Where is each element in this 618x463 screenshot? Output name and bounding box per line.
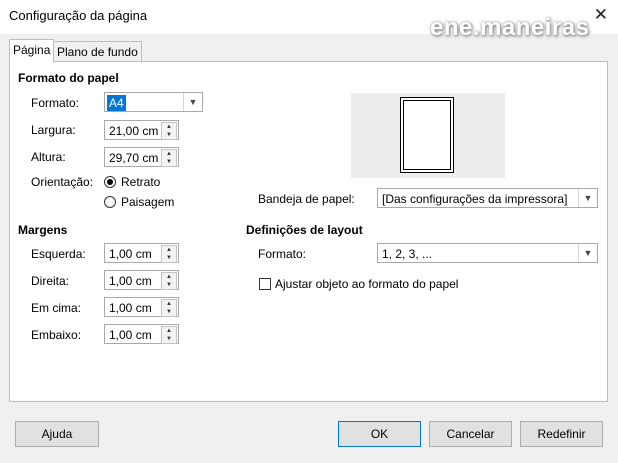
spin-up-icon[interactable]: ▲ — [162, 273, 176, 281]
height-label: Altura: — [31, 150, 66, 164]
close-icon[interactable]: ✕ — [594, 5, 608, 25]
fit-object-checkbox[interactable] — [259, 278, 271, 290]
spin-up-icon[interactable]: ▲ — [162, 300, 176, 308]
margin-left-label: Esquerda: — [31, 247, 86, 261]
margin-bottom-spinbox[interactable]: 1,00 cm ▲ ▼ — [104, 324, 179, 344]
width-value: 21,00 cm — [109, 124, 159, 138]
height-spinbox[interactable]: 29,70 cm ▲ ▼ — [104, 147, 179, 167]
paper-tray-select[interactable]: [Das configurações da impressora] ▼ — [377, 188, 598, 208]
margin-left-value: 1,00 cm — [109, 247, 152, 261]
page-preview-icon — [400, 97, 454, 173]
page-preview — [351, 93, 505, 178]
chevron-down-icon: ▼ — [578, 189, 597, 207]
margin-top-spinbox[interactable]: 1,00 cm ▲ ▼ — [104, 297, 179, 317]
paper-tray-value: [Das configurações da impressora] — [382, 192, 568, 206]
spin-up-icon[interactable]: ▲ — [162, 123, 176, 131]
help-button[interactable]: Ajuda — [15, 421, 99, 447]
format-select[interactable]: A4 ▼ — [104, 92, 203, 112]
spin-down-icon[interactable]: ▼ — [162, 131, 176, 139]
margin-right-spinbox[interactable]: 1,00 cm ▲ ▼ — [104, 270, 179, 290]
height-value: 29,70 cm — [109, 151, 159, 165]
landscape-label[interactable]: Paisagem — [121, 195, 174, 209]
margin-bottom-label: Embaixo: — [31, 328, 82, 342]
chevron-down-icon: ▼ — [578, 244, 597, 262]
margins-heading: Margens — [18, 223, 68, 237]
layout-format-value: 1, 2, 3, ... — [382, 247, 433, 261]
watermark-text: ene.maneiras — [430, 14, 590, 41]
fit-object-label[interactable]: Ajustar objeto ao formato do papel — [275, 277, 458, 291]
margin-top-value: 1,00 cm — [109, 301, 152, 315]
paper-format-heading: Formato do papel — [18, 71, 119, 85]
spin-down-icon[interactable]: ▼ — [162, 335, 176, 343]
spin-up-icon[interactable]: ▲ — [162, 150, 176, 158]
width-spinbox[interactable]: 21,00 cm ▲ ▼ — [104, 120, 179, 140]
tab-page[interactable]: Página — [9, 39, 55, 62]
format-value: A4 — [107, 95, 126, 111]
landscape-radio[interactable] — [104, 196, 116, 208]
margin-right-value: 1,00 cm — [109, 274, 152, 288]
spin-down-icon[interactable]: ▼ — [162, 281, 176, 289]
layout-heading: Definições de layout — [246, 223, 363, 237]
tab-background[interactable]: Plano de fundo — [53, 41, 142, 62]
width-label: Largura: — [31, 123, 76, 137]
margin-top-label: Em cima: — [31, 301, 82, 315]
cancel-button[interactable]: Cancelar — [429, 421, 512, 447]
title-bar: Configuração da página ene.maneiras ✕ — [0, 0, 618, 41]
layout-format-select[interactable]: 1, 2, 3, ... ▼ — [377, 243, 598, 263]
chevron-down-icon: ▼ — [183, 93, 202, 111]
spin-up-icon[interactable]: ▲ — [162, 327, 176, 335]
margin-right-label: Direita: — [31, 274, 70, 288]
spin-up-icon[interactable]: ▲ — [162, 246, 176, 254]
spin-down-icon[interactable]: ▼ — [162, 308, 176, 316]
portrait-label[interactable]: Retrato — [121, 175, 160, 189]
spin-down-icon[interactable]: ▼ — [162, 158, 176, 166]
margin-bottom-value: 1,00 cm — [109, 328, 152, 342]
margin-left-spinbox[interactable]: 1,00 cm ▲ ▼ — [104, 243, 179, 263]
reset-button[interactable]: Redefinir — [520, 421, 603, 447]
orientation-label: Orientação: — [31, 175, 94, 189]
paper-tray-label: Bandeja de papel: — [258, 192, 355, 206]
layout-format-label: Formato: — [258, 247, 307, 261]
format-label: Formato: — [31, 96, 80, 110]
portrait-radio[interactable] — [104, 176, 116, 188]
spin-down-icon[interactable]: ▼ — [162, 254, 176, 262]
dialog-title: Configuração da página — [9, 8, 148, 23]
ok-button[interactable]: OK — [338, 421, 421, 447]
